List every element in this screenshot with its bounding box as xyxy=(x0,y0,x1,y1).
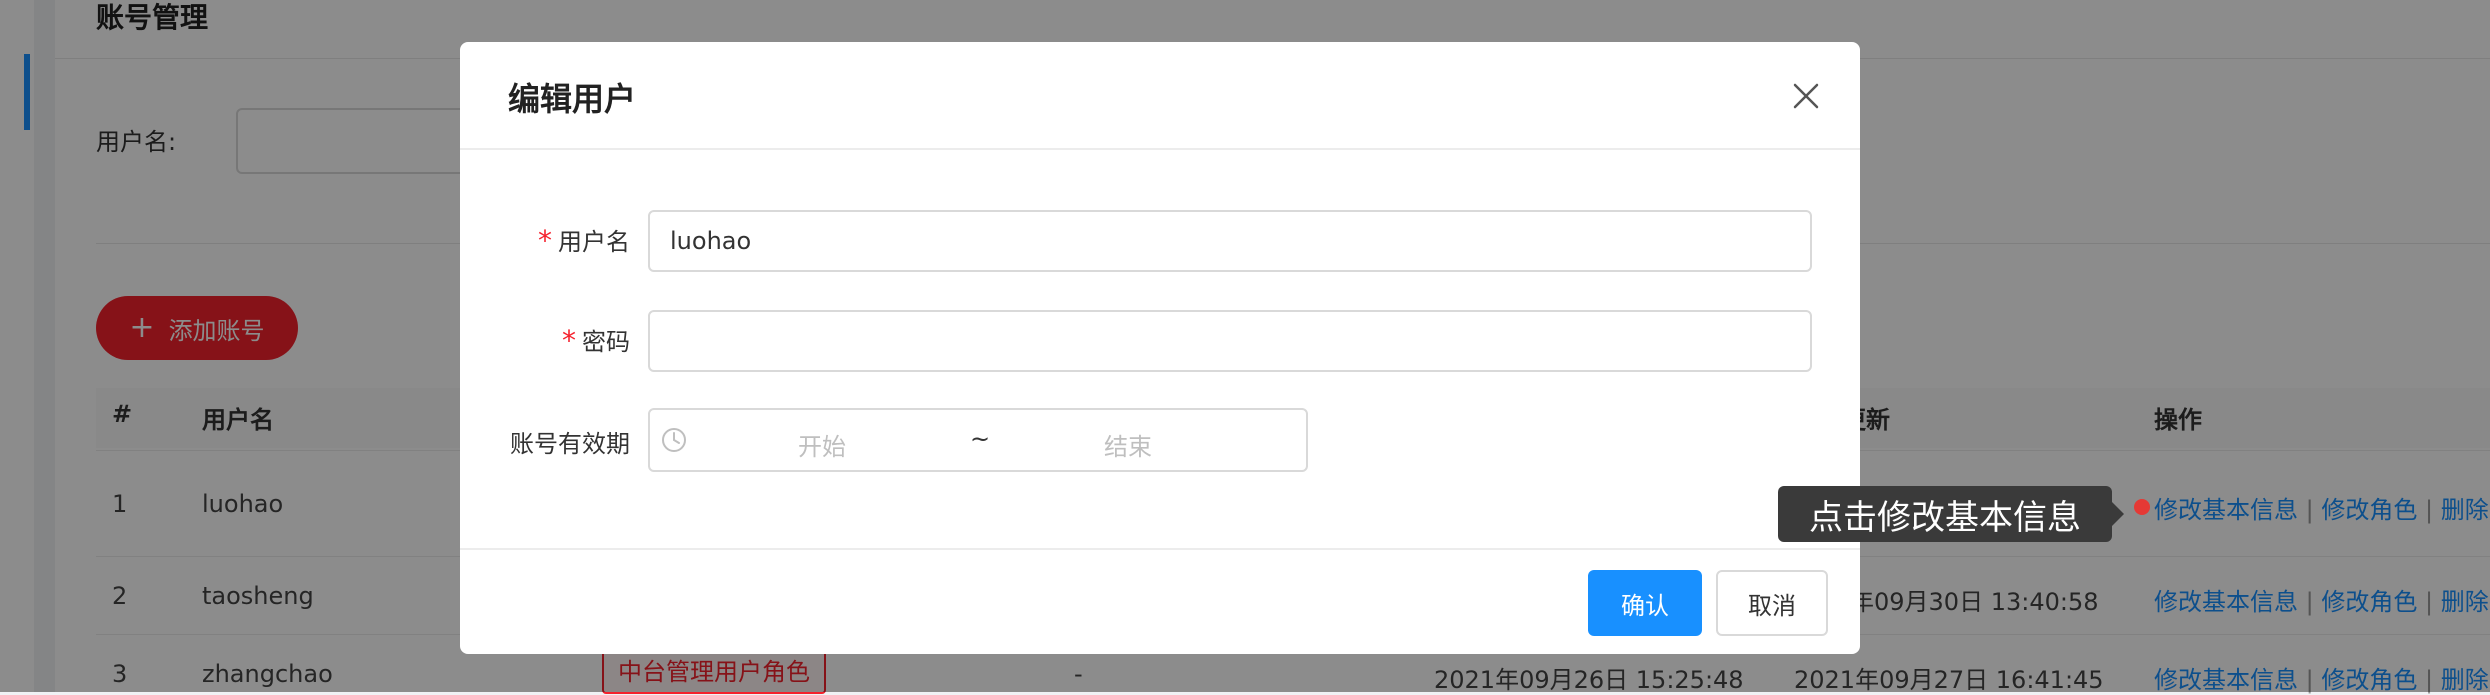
edit-user-modal: 编辑用户 * 用户名 luohao * 密码 账号有效期 开始 ~ 结束 确认 取 xyxy=(460,42,1860,654)
modal-header: 编辑用户 xyxy=(460,42,1860,150)
required-mark: * xyxy=(538,224,552,257)
hint-dot-icon xyxy=(2134,499,2150,515)
hint-tooltip: 点击修改基本信息 xyxy=(1778,486,2112,542)
end-date-input[interactable]: 结束 xyxy=(1104,427,1152,462)
start-date-input[interactable]: 开始 xyxy=(798,427,846,462)
range-separator: ~ xyxy=(970,425,991,453)
validity-date-range[interactable]: 开始 ~ 结束 xyxy=(648,408,1308,472)
password-input[interactable] xyxy=(648,310,1812,372)
modal-footer-divider xyxy=(460,548,1860,550)
cancel-button[interactable]: 取消 xyxy=(1716,570,1828,636)
close-icon[interactable] xyxy=(1790,80,1822,112)
clock-icon xyxy=(660,426,688,458)
username-label: * 用户名 xyxy=(460,222,630,257)
tooltip-arrow xyxy=(2112,502,2124,526)
username-label-text: 用户名 xyxy=(558,228,630,256)
modal-title: 编辑用户 xyxy=(508,80,637,118)
confirm-button[interactable]: 确认 xyxy=(1588,570,1702,636)
username-input[interactable]: luohao xyxy=(648,210,1812,272)
required-mark: * xyxy=(562,324,576,357)
validity-label: 账号有效期 xyxy=(510,430,630,458)
password-label-text: 密码 xyxy=(582,328,630,356)
password-label: * 密码 xyxy=(460,322,630,357)
